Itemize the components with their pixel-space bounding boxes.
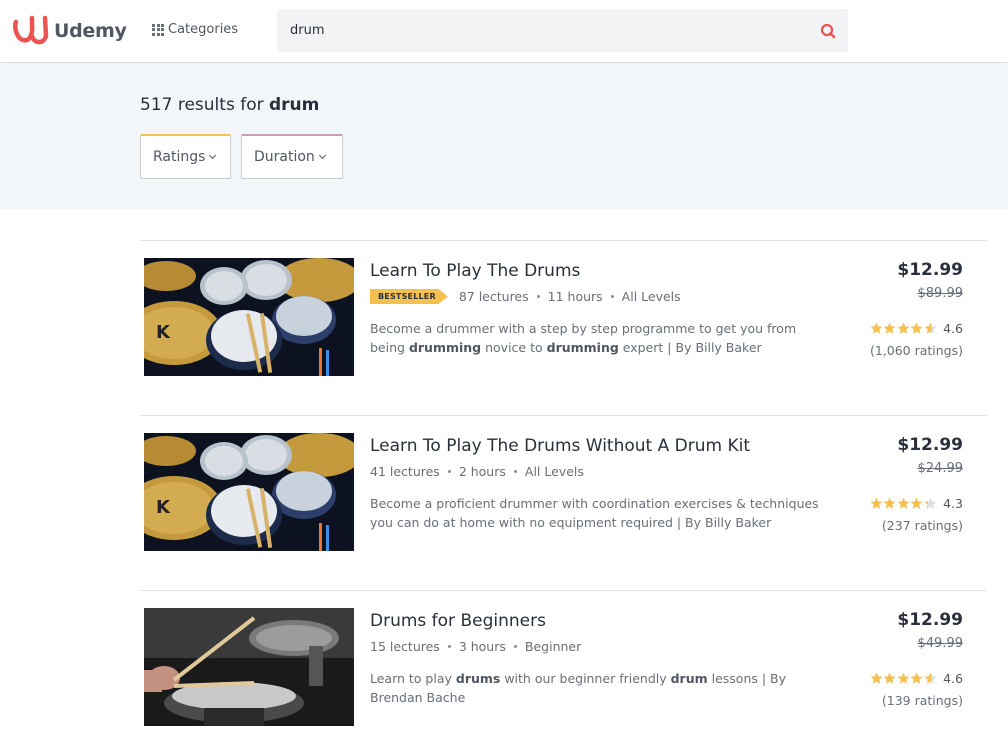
course-hours: 2 hours [458,464,506,479]
star-icon [910,322,923,334]
course-title[interactable]: Learn To Play The Drums [370,261,580,281]
course-card[interactable]: Drums for Beginners 15 lectures 3 hours … [140,608,987,738]
rating-value: 4.3 [943,496,963,511]
star-icon [870,322,883,334]
course-rating: 4.6 [870,671,963,686]
course-level: All Levels [621,289,681,304]
star-rating [870,322,938,335]
course-thumbnail[interactable]: K [144,258,354,376]
star-rating [870,497,938,510]
separator-dot [447,645,451,648]
course-title[interactable]: Learn To Play The Drums Without A Drum K… [370,436,750,456]
separator-dot [536,295,540,298]
course-description: Learn to play drums with our beginner fr… [370,671,787,705]
search-icon[interactable] [818,21,838,41]
course-rating: 4.3 [870,496,963,511]
course-thumbnail[interactable]: K [144,433,354,551]
ratings-filter[interactable]: Ratings [140,134,231,179]
lecture-count: 41 lectures [370,464,440,479]
divider [140,590,987,591]
drummer-image [144,608,354,726]
lecture-count: 87 lectures [458,289,529,304]
star-icon [924,322,937,334]
star-icon [897,322,910,334]
course-original-price: $49.99 [917,636,964,651]
star-icon [897,672,910,684]
course-description: Become a drummer with a step by step pro… [370,321,797,355]
course-level: Beginner [524,639,582,654]
course-description: Become a proficient drummer with coordin… [370,496,819,530]
course-title[interactable]: Drums for Beginners [370,611,546,631]
course-card[interactable]: K Learn To Play The Drums Without A Drum… [140,433,987,563]
separator-dot [513,645,517,648]
result-count-prefix: 517 results for [140,95,269,115]
course-hours: 11 hours [547,289,603,304]
drum-kit-image: K [144,258,354,376]
udemy-logo-icon [13,15,49,45]
course-rating: 4.6 [870,321,963,336]
star-icon [910,497,923,509]
separator-dot [610,295,614,298]
star-icon [897,497,910,509]
chevron-down-icon [209,151,217,159]
star-icon [883,672,896,684]
divider [140,415,987,416]
course-thumbnail[interactable] [144,608,354,726]
course-meta: 15 lectures 3 hours Beginner [370,639,581,654]
drum-kit-image: K [144,433,354,551]
logo-text: Udemy [54,20,127,42]
udemy-logo[interactable]: Udemy [12,14,127,48]
result-count: 517 results for drum [140,95,319,115]
course-meta: 41 lectures 2 hours All Levels [370,464,584,479]
star-icon [870,672,883,684]
divider [140,240,987,241]
star-icon [870,497,883,509]
star-rating [870,672,938,685]
rating-value: 4.6 [943,321,963,336]
search-value[interactable]: drum [290,23,325,38]
categories-button[interactable]: Categories [152,22,238,37]
separator-dot [513,470,517,473]
ratings-count: (139 ratings) [881,693,963,708]
rating-value: 4.6 [943,671,963,686]
svg-text:K: K [156,497,171,518]
course-level: All Levels [524,464,584,479]
chevron-down-icon [318,151,326,159]
course-meta: BESTSELLER 87 lectures 11 hours All Leve… [370,289,681,304]
ratings-filter-label: Ratings [153,149,206,165]
categories-label: Categories [168,22,239,37]
results-banner: 517 results for drum Ratings Duration [0,64,1008,209]
star-icon [910,672,923,684]
grid-icon [152,23,164,36]
course-hours: 3 hours [458,639,506,654]
star-icon [883,322,896,334]
bestseller-badge: BESTSELLER [370,289,448,304]
star-icon [883,497,896,509]
ratings-count: (1,060 ratings) [869,343,963,358]
star-icon [924,672,937,684]
course-original-price: $24.99 [917,461,964,476]
top-header: Udemy Categories drum [0,0,1008,63]
search-input[interactable]: drum [277,9,848,52]
lecture-count: 15 lectures [370,639,440,654]
ratings-count: (237 ratings) [881,518,963,533]
star-icon [924,497,937,509]
course-price: $12.99 [897,260,963,280]
course-card[interactable]: K Learn To Play The Drums BESTSELLER 87 … [140,258,987,388]
course-price: $12.99 [897,610,963,630]
svg-text:K: K [156,322,171,343]
duration-filter-label: Duration [254,149,315,165]
result-query: drum [269,95,320,115]
separator-dot [447,470,451,473]
course-price: $12.99 [897,435,963,455]
duration-filter[interactable]: Duration [241,134,343,179]
course-original-price: $89.99 [917,286,964,301]
